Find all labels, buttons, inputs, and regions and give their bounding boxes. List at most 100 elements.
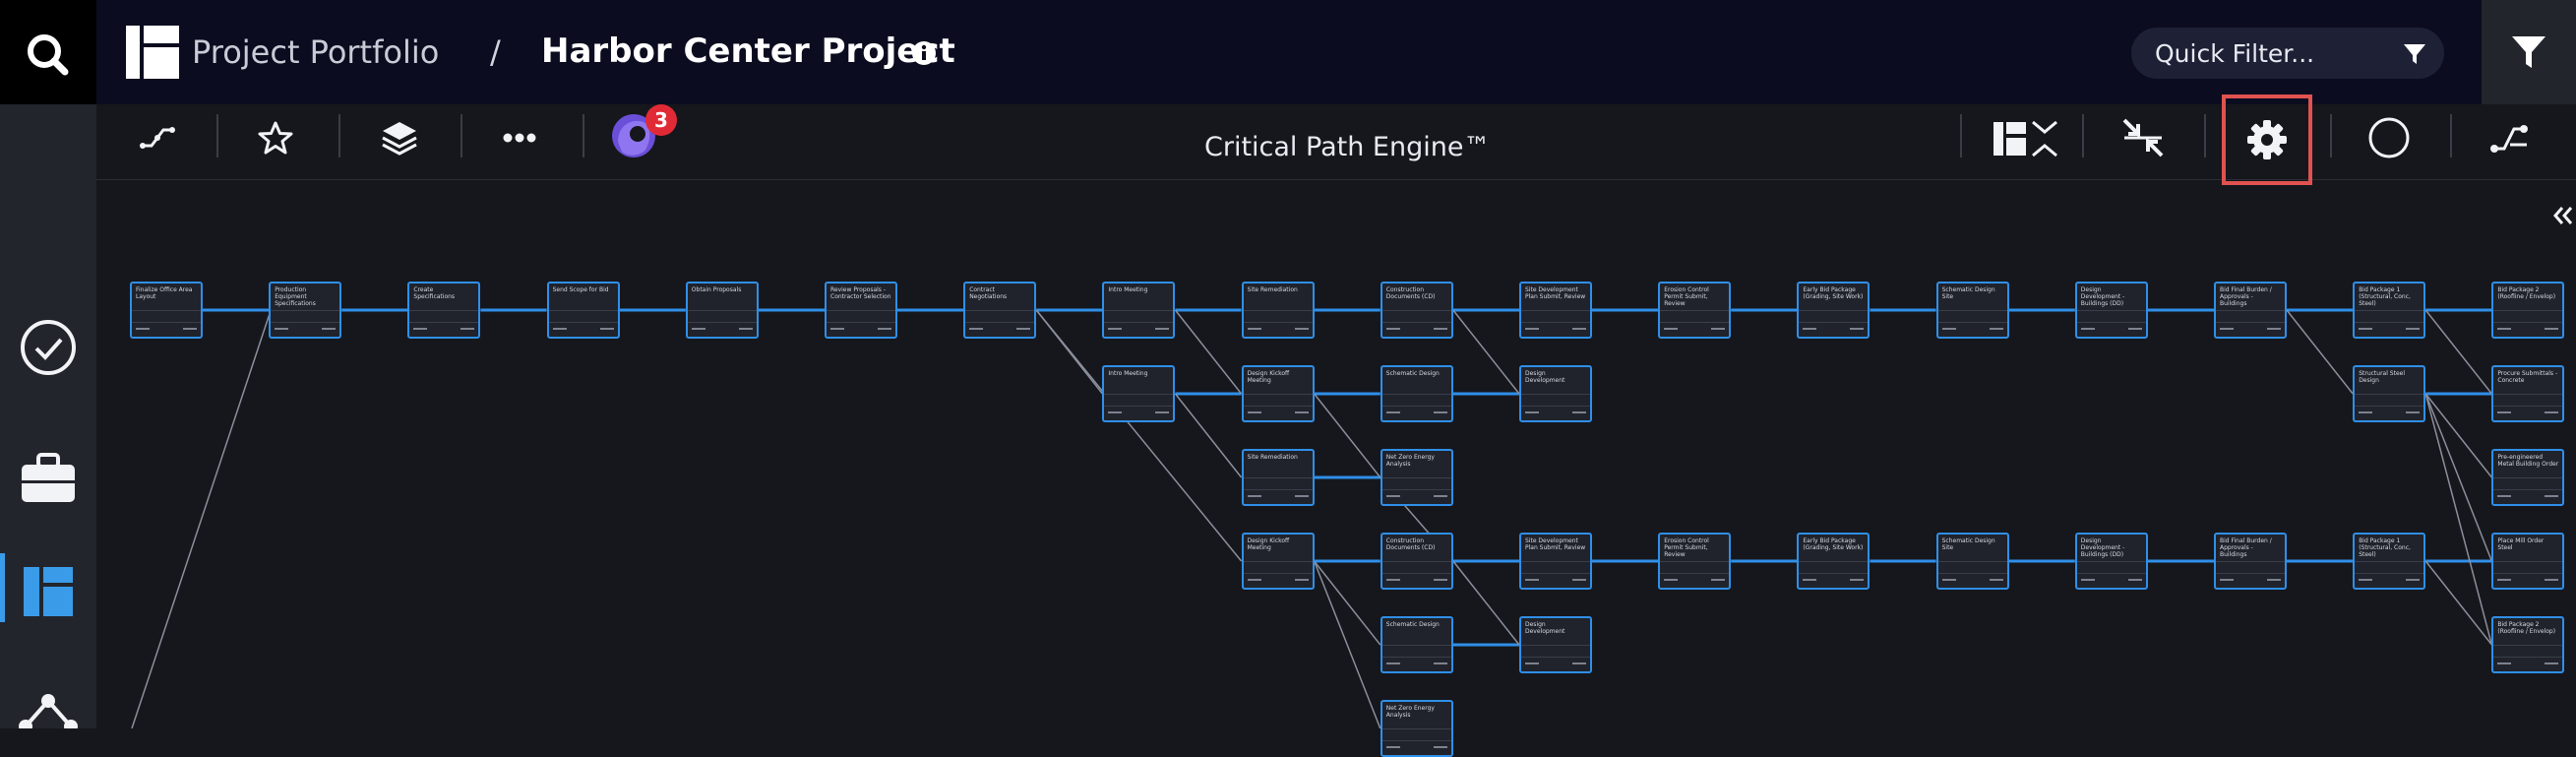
activity-node[interactable]: Early Bid Package (Grading, Site Work) [1797, 282, 1871, 339]
layers-button[interactable] [372, 110, 427, 165]
activity-node[interactable]: Erosion Control Permit Submit, Review [1658, 533, 1732, 590]
activity-node[interactable]: Procure Submittals - Concrete [2491, 365, 2565, 422]
activity-node-dates [2355, 322, 2424, 337]
activity-node[interactable]: Bid Package 2 (Roofline / Envelop) [2491, 282, 2565, 339]
activity-node-duration [1937, 310, 2007, 320]
activity-node[interactable]: Net Zero Energy Analysis [1380, 449, 1453, 506]
collapse-columns-button[interactable] [1992, 110, 2060, 165]
activity-node[interactable]: Bid Package 1 (Structural, Conc, Steel) [2353, 282, 2426, 339]
activity-node-label: Place Mill Order Steel [2497, 537, 2545, 551]
activity-node-label: Design Development [1525, 621, 1565, 635]
activity-node[interactable]: Net Zero Energy Analysis [1380, 700, 1453, 757]
activity-node-duration [271, 310, 340, 320]
activity-node[interactable]: Obtain Proposals [685, 282, 759, 339]
breadcrumb-separator: / [490, 33, 501, 71]
status-toggle[interactable] [2361, 110, 2417, 165]
quick-filter-input[interactable]: Quick Filter... [2131, 28, 2444, 79]
activity-node[interactable]: Schematic Design Site [1935, 282, 2009, 339]
activity-node[interactable]: Structural Steel Design [2353, 365, 2426, 422]
rail-active-indicator [0, 553, 5, 622]
activity-node[interactable]: Place Mill Order Steel [2491, 533, 2565, 590]
activity-node-label: Review Proposals - Contractor Selection [830, 286, 891, 300]
activity-node-duration [2076, 310, 2146, 320]
activity-node-duration [1799, 310, 1869, 320]
activity-node-label: Construction Documents (CD) [1385, 286, 1436, 300]
activity-node[interactable]: Design Kickoff Meeting [1241, 533, 1315, 590]
activity-node[interactable]: Intro Meeting [1102, 282, 1176, 339]
network-canvas[interactable]: Finalize Office Area Layout Production Eq… [96, 179, 2576, 757]
app-logo[interactable] [124, 24, 181, 85]
activity-node-dates [1799, 322, 1869, 337]
activity-node[interactable]: Finalize Office Area Layout [130, 282, 203, 339]
activity-node[interactable]: Bid Final Burden / Approvals - Buildings [2214, 533, 2287, 590]
activity-node-duration [1521, 310, 1590, 320]
activity-node-dates [1660, 573, 1730, 588]
activity-node[interactable]: Pre-engineered Metal Building Order [2491, 449, 2565, 506]
activity-node-label: Intro Meeting [1108, 286, 1148, 293]
activity-node[interactable]: Bid Package 1 (Structural, Conc, Steel) [2353, 533, 2426, 590]
activity-node[interactable]: Design Development - Buildings (DD) [2074, 533, 2148, 590]
activity-node[interactable]: Bid Package 2 (Roofline / Envelop) [2491, 616, 2565, 673]
activity-node[interactable]: Create Specifications [407, 282, 481, 339]
activity-node[interactable]: Site Development Plan Submit, Review [1519, 533, 1592, 590]
search-button[interactable] [0, 0, 96, 104]
filter-panel-button[interactable] [2482, 0, 2576, 104]
favorite-button[interactable] [248, 110, 303, 165]
activity-node[interactable]: Schematic Design [1380, 365, 1453, 422]
columns-collapse-icon [1993, 120, 2057, 158]
activity-node-duration [965, 310, 1035, 320]
activity-node-label: Design Kickoff Meeting [1247, 537, 1290, 551]
activity-node-label: Pre-engineered Metal Building Order [2497, 454, 2559, 468]
activity-node[interactable]: Design Development [1519, 365, 1592, 422]
breadcrumb-portfolio[interactable]: Project Portfolio [192, 33, 439, 71]
activity-node-label: Schematic Design [1385, 621, 1440, 628]
activity-node-dates [2216, 573, 2285, 588]
activity-node[interactable]: Early Bid Package (Grading, Site Work) [1797, 533, 1871, 590]
activity-node-duration [2355, 394, 2424, 404]
critical-path-toggle[interactable] [130, 110, 185, 165]
toolbar-divider [1960, 114, 1962, 158]
activity-node-duration [1381, 728, 1451, 738]
activity-node-label: Finalize Office Area Layout [136, 286, 193, 300]
settings-button[interactable] [2222, 95, 2312, 185]
activity-node[interactable]: Review Proposals - Contractor Selection [825, 282, 897, 339]
activity-node[interactable]: Contract Negotiations [963, 282, 1037, 339]
activity-node[interactable]: Design Development - Buildings (DD) [2074, 282, 2148, 339]
activity-node[interactable]: Production Equipment Specifications [269, 282, 342, 339]
check-circle-icon [21, 320, 76, 375]
activity-node[interactable]: Schematic Design Site [1935, 533, 2009, 590]
compress-button[interactable] [2116, 110, 2171, 165]
activity-node-duration [1937, 561, 2007, 571]
path-icon [140, 127, 175, 149]
activity-node[interactable]: Erosion Control Permit Submit, Review [1658, 282, 1732, 339]
more-button[interactable] [492, 110, 547, 165]
activity-node[interactable]: Send Scope for Bid [546, 282, 620, 339]
flow-button[interactable] [2482, 110, 2537, 165]
assistant-button[interactable]: 3 [608, 104, 677, 165]
activity-node-label: Bid Package 2 (Roofline / Envelop) [2497, 286, 2556, 300]
activity-node-dates [1660, 322, 1730, 337]
activity-node-duration [827, 310, 895, 320]
activity-node[interactable]: Intro Meeting [1102, 365, 1176, 422]
activity-node[interactable]: Design Development [1519, 616, 1592, 673]
info-button[interactable] [911, 40, 937, 70]
activity-node[interactable]: Bid Final Burden / Approvals - Buildings [2214, 282, 2287, 339]
activity-node-label: Site Development Plan Submit, Review [1525, 286, 1586, 300]
activity-node[interactable]: Construction Documents (CD) [1380, 533, 1453, 590]
activity-node-duration [2493, 477, 2563, 487]
rail-item-schedule[interactable] [22, 565, 75, 622]
activity-node[interactable]: Site Remediation [1241, 282, 1315, 339]
activity-node-duration [1381, 561, 1451, 571]
activity-node-dates [409, 322, 479, 337]
more-icon [503, 133, 536, 143]
activity-node[interactable]: Design Kickoff Meeting [1241, 365, 1315, 422]
activity-node[interactable]: Site Development Plan Submit, Review [1519, 282, 1592, 339]
rail-item-network[interactable] [18, 689, 79, 733]
activity-node-label: Bid Final Burden / Approvals - Buildings [2220, 286, 2272, 307]
rail-item-portfolio[interactable] [18, 451, 79, 510]
activity-node[interactable]: Construction Documents (CD) [1380, 282, 1453, 339]
activity-node[interactable]: Schematic Design [1380, 616, 1453, 673]
rail-item-tasks[interactable] [18, 317, 79, 382]
activity-node[interactable]: Site Remediation [1241, 449, 1315, 506]
activity-node-label: Construction Documents (CD) [1385, 537, 1436, 551]
